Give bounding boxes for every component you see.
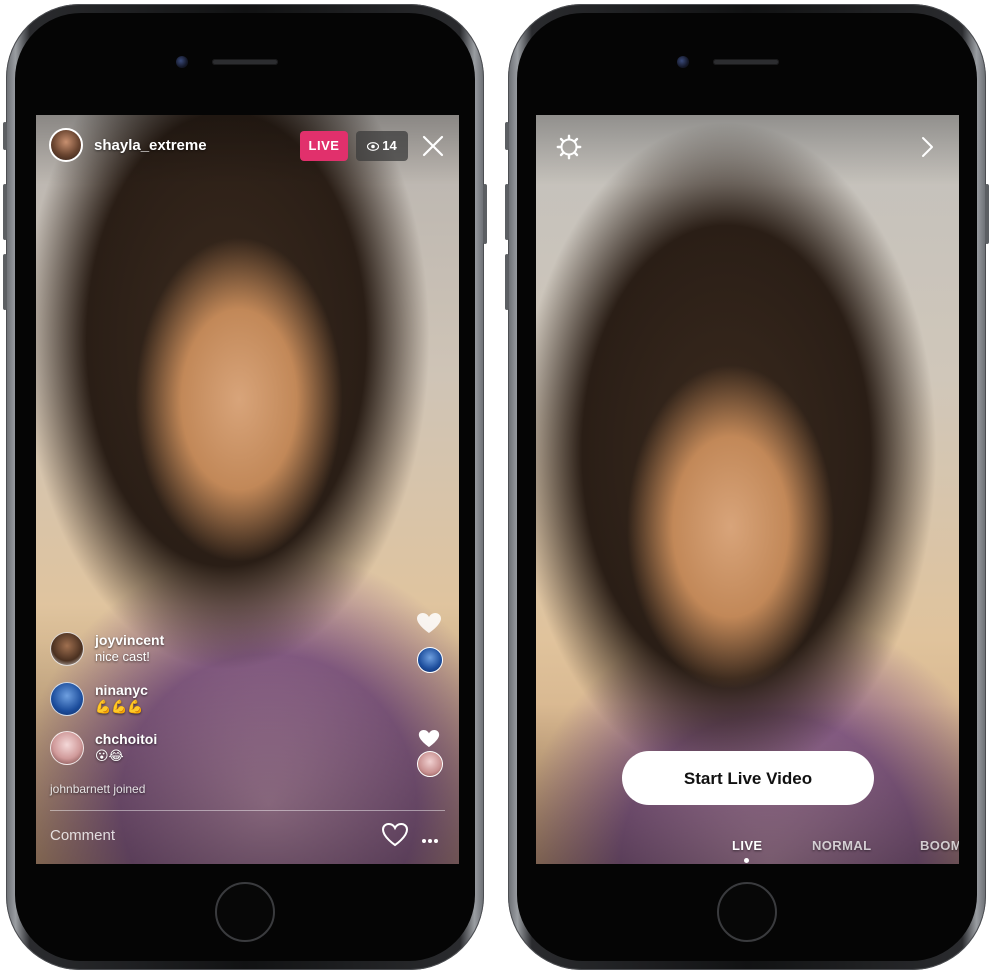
volume-up-button (505, 184, 509, 240)
comment-item[interactable]: chchoitoi 😮😂 (50, 731, 350, 767)
comment-text: nice cast! (95, 649, 150, 664)
heart-icon[interactable] (381, 822, 409, 852)
volume-down-button (505, 254, 509, 310)
commenter-avatar[interactable] (50, 682, 84, 716)
comment-item[interactable]: ninanyc 💪💪💪 (50, 682, 350, 718)
power-button (985, 184, 989, 244)
commenter-avatar[interactable] (50, 632, 84, 666)
eye-icon (367, 132, 380, 162)
floating-heart-icon (418, 729, 440, 753)
comment-username[interactable]: chchoitoi (95, 731, 157, 747)
start-live-video-button[interactable]: Start Live Video (622, 751, 874, 805)
volume-down-button (3, 254, 7, 310)
front-camera (176, 56, 188, 68)
volume-up-button (3, 184, 7, 240)
broadcaster-username[interactable]: shayla_extreme (94, 137, 207, 154)
camera-preview-screen: Start Live Video LIVE NORMAL BOOM (536, 115, 959, 864)
home-button[interactable] (717, 882, 777, 942)
mode-tab-live[interactable]: LIVE (732, 838, 763, 853)
power-button (483, 184, 487, 244)
comment-text: 💪💪💪 (95, 699, 144, 714)
chevron-right-icon[interactable] (920, 136, 934, 163)
earpiece-speaker (713, 59, 779, 65)
comment-username[interactable]: ninanyc (95, 682, 148, 698)
gear-icon[interactable] (556, 134, 582, 165)
commenter-avatar[interactable] (50, 731, 84, 765)
viewer-count: 14 (382, 138, 397, 153)
live-badge: LIVE (300, 131, 348, 161)
live-broadcast-screen: shayla_extreme LIVE 14 joyvincent nice c… (36, 115, 459, 864)
floating-viewer-avatar (417, 647, 443, 673)
home-button[interactable] (215, 882, 275, 942)
comment-item[interactable]: joyvincent nice cast! (50, 632, 350, 668)
comment-input[interactable] (50, 824, 370, 846)
viewer-count-badge[interactable]: 14 (356, 131, 408, 161)
broadcaster-avatar[interactable] (49, 128, 83, 162)
mode-tab-boomerang[interactable]: BOOM (920, 838, 959, 853)
mute-switch (505, 122, 509, 150)
comment-text: 😮😂 (95, 748, 124, 763)
mode-tab-normal[interactable]: NORMAL (812, 838, 871, 853)
viewer-joined-text: johnbarnett joined (50, 782, 146, 796)
floating-heart-icon (416, 612, 442, 639)
comment-username[interactable]: joyvincent (95, 632, 164, 648)
mute-switch (3, 122, 7, 150)
active-mode-indicator (744, 858, 749, 863)
close-icon[interactable] (421, 134, 445, 158)
earpiece-speaker (212, 59, 278, 65)
more-options-icon[interactable] (421, 831, 439, 849)
floating-viewer-avatar (417, 751, 443, 777)
comment-divider (50, 810, 445, 811)
front-camera (677, 56, 689, 68)
